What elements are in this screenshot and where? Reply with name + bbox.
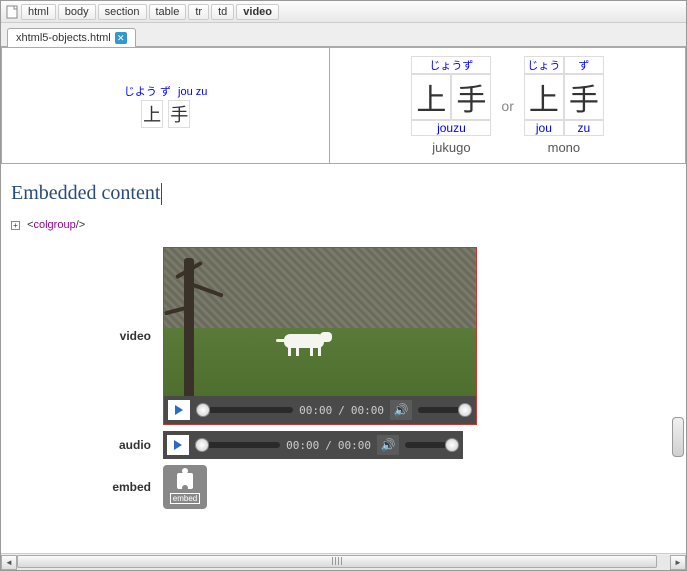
time-current: 00:00 (299, 404, 332, 417)
ruby-block-jukugo: じょうず 上 手 jouzu (411, 56, 491, 136)
colgroup-element: + <colgroup/> (11, 219, 676, 231)
seek-slider[interactable] (196, 407, 293, 413)
ruby-romaji: jouzu (411, 120, 491, 136)
breadcrumb-item[interactable]: td (211, 4, 234, 20)
ruby-mode-label: jukugo (407, 140, 495, 155)
video-element[interactable]: 00:00 / 00:00 🔊 (163, 247, 477, 425)
time-duration: 00:00 (338, 439, 371, 452)
breadcrumb-item[interactable]: html (21, 4, 56, 20)
close-icon[interactable]: ✕ (115, 32, 127, 44)
breadcrumb-item[interactable]: body (58, 4, 96, 20)
breadcrumb-item[interactable]: table (149, 4, 187, 20)
ruby-reading: ず (564, 56, 604, 74)
scroll-thumb[interactable] (17, 555, 657, 568)
scroll-track[interactable] (17, 555, 670, 570)
tab-bar: xhtml5-objects.html ✕ (1, 23, 686, 47)
ruby-reading: じょう (524, 56, 564, 74)
document-icon (5, 5, 19, 19)
tab-label: xhtml5-objects.html (16, 32, 111, 44)
kanji-char: 上 (141, 100, 163, 128)
ruby-cell-left: じよう ず jou zu 上 手 (2, 48, 330, 164)
audio-row: audio 00:00 / 00:00 🔊 (11, 431, 676, 459)
section-heading: Embedded content (11, 182, 676, 205)
editor-area: じよう ず jou zu 上 手 (1, 47, 686, 553)
play-icon (175, 405, 183, 415)
play-icon (174, 440, 182, 450)
volume-button[interactable]: 🔊 (390, 400, 412, 420)
volume-icon: 🔊 (381, 438, 396, 452)
vertical-scrollbar-thumb[interactable] (672, 417, 684, 457)
plugin-icon (175, 471, 195, 491)
scroll-right-button[interactable]: ► (670, 555, 686, 570)
breadcrumb-item[interactable]: tr (188, 4, 209, 20)
video-row: video (11, 247, 676, 425)
play-button[interactable] (168, 400, 190, 420)
ruby-reading: じょうず (411, 56, 491, 74)
kanji-char: 上 (411, 74, 451, 120)
embed-row: embed embed (11, 465, 676, 509)
expand-icon[interactable]: + (11, 221, 20, 230)
ruby-example-table: じよう ず jou zu 上 手 (1, 47, 686, 164)
ruby-reading: じよう ず (124, 83, 171, 99)
app-window: html body section table tr td video xhtm… (0, 0, 687, 571)
file-tab[interactable]: xhtml5-objects.html ✕ (7, 28, 136, 47)
play-button[interactable] (167, 435, 189, 455)
volume-slider[interactable] (405, 442, 459, 448)
breadcrumb: html body section table tr td video (1, 1, 686, 23)
ruby-cell-right: じょうず 上 手 jouzu jukugo or (330, 48, 686, 164)
kanji-char: 上 (524, 74, 564, 120)
video-label: video (11, 329, 151, 343)
breadcrumb-item[interactable]: section (98, 4, 147, 20)
time-current: 00:00 (286, 439, 319, 452)
video-controls: 00:00 / 00:00 🔊 (164, 396, 476, 424)
ruby-romaji: jou (524, 120, 564, 136)
volume-icon: 🔊 (394, 403, 409, 417)
editor-viewport[interactable]: じよう ず jou zu 上 手 (1, 47, 686, 553)
embed-label: embed (11, 480, 151, 494)
horizontal-scrollbar: ◄ ► (1, 553, 686, 570)
embed-element[interactable]: embed (163, 465, 207, 509)
ruby-mode-label: mono (520, 140, 608, 155)
tag-close: /> (76, 219, 85, 231)
or-separator: or (501, 98, 513, 114)
seek-slider[interactable] (195, 442, 280, 448)
kanji-char: 手 (564, 74, 604, 120)
audio-label: audio (11, 438, 151, 452)
ruby-block-mono: じょう ず 上 手 jou (524, 56, 604, 136)
volume-slider[interactable] (418, 407, 472, 413)
kanji-char: 手 (451, 74, 491, 120)
time-separator: / (325, 439, 332, 452)
time-separator: / (338, 404, 345, 417)
embed-badge: embed (170, 493, 200, 504)
kanji-char: 手 (168, 100, 190, 128)
time-duration: 00:00 (351, 404, 384, 417)
scroll-left-button[interactable]: ◄ (1, 555, 17, 570)
tag-name: colgroup (34, 219, 76, 231)
text-cursor (161, 183, 162, 205)
ruby-romaji: jou zu (178, 86, 207, 98)
ruby-romaji: zu (564, 120, 604, 136)
audio-element[interactable]: 00:00 / 00:00 🔊 (163, 431, 463, 459)
breadcrumb-item-active[interactable]: video (236, 4, 279, 20)
volume-button[interactable]: 🔊 (377, 435, 399, 455)
